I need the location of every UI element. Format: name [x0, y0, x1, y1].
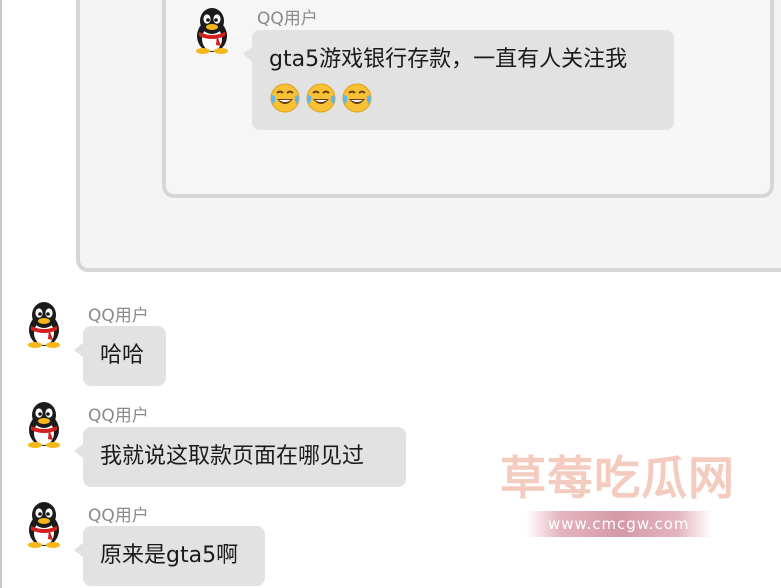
avatar[interactable]: [22, 400, 66, 448]
laugh-cry-emoji-icon: [269, 82, 301, 114]
left-border-line: [0, 0, 2, 588]
laugh-cry-emoji-icon: [341, 82, 373, 114]
avatar[interactable]: [22, 500, 66, 548]
message-text: 我就说这取款页面在哪见过: [100, 444, 365, 469]
message-text: 哈哈: [100, 343, 145, 368]
message-bubble[interactable]: 哈哈: [74, 326, 166, 386]
message-bubble[interactable]: 原来是gta5啊: [74, 526, 265, 586]
message-text: gta5游戏银行存款，一直有人关注我: [269, 47, 628, 72]
avatar[interactable]: [22, 300, 66, 348]
watermark-title: 草莓吃瓜网: [500, 451, 735, 505]
outer-quote-frame: QQ用户 gta5游戏银行存款，一直有人关注我: [76, 0, 781, 272]
watermark-url: www.cmcgw.com: [548, 515, 690, 533]
inner-quote-frame: QQ用户 gta5游戏银行存款，一直有人关注我: [162, 0, 774, 198]
emoji-row: [269, 81, 657, 115]
username-label: QQ用户: [257, 9, 318, 29]
username-label: QQ用户: [88, 306, 149, 326]
message-bubble[interactable]: 我就说这取款页面在哪见过: [74, 427, 406, 487]
laugh-cry-emoji-icon: [305, 82, 337, 114]
message-bubble[interactable]: gta5游戏银行存款，一直有人关注我: [243, 30, 674, 130]
message-text: 原来是gta5啊: [100, 543, 239, 568]
avatar[interactable]: [190, 6, 234, 54]
username-label: QQ用户: [88, 506, 149, 526]
username-label: QQ用户: [88, 406, 149, 426]
